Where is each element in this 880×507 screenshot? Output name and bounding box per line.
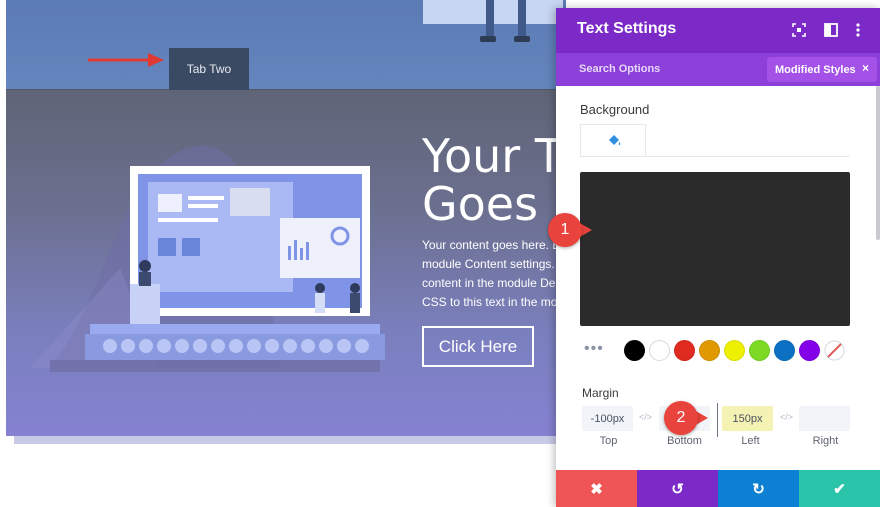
margin-label: Margin [582, 386, 619, 400]
paint-bucket-icon [609, 135, 621, 145]
undo-button[interactable]: ↺ [637, 470, 718, 507]
panel-title: Text Settings [577, 20, 677, 37]
margin-left-input[interactable]: 150px [722, 406, 773, 431]
color-swatch-row: ••• [584, 340, 854, 362]
close-icon[interactable]: × [862, 61, 869, 75]
swatch-yellow[interactable] [724, 340, 745, 361]
panel-footer: ✖ ↺ ↻ ✔ [556, 470, 880, 507]
modified-styles-label: Modified Styles [775, 63, 856, 76]
background-tab-divider [580, 156, 850, 157]
fullscreen-icon[interactable] [791, 22, 807, 38]
margin-top-caption: Top [599, 435, 618, 447]
conference-presentation-illustration [30, 145, 385, 372]
swatch-white[interactable] [649, 340, 670, 361]
margin-top-input[interactable]: -100px [582, 406, 633, 431]
hero-body-text: Your content goes here. E module Content… [422, 236, 572, 312]
screenshot-stage: Tab Two Your T Goes H Your content goes … [0, 0, 880, 507]
click-here-button[interactable]: Click Here [422, 326, 534, 367]
margin-right-caption: Right [812, 435, 839, 447]
panel-scrollbar[interactable] [876, 86, 880, 240]
tab-two[interactable]: Tab Two [169, 48, 249, 90]
margin-left-caption: Left [741, 435, 760, 447]
modified-styles-filter[interactable]: Modified Styles × [767, 57, 877, 82]
background-label: Background [580, 102, 650, 117]
swatch-blue[interactable] [774, 340, 795, 361]
person-legs-illustration [480, 0, 530, 42]
split-view-icon[interactable] [823, 22, 839, 38]
margin-bottom-caption: Bottom [667, 435, 702, 447]
swatch-purple[interactable] [799, 340, 820, 361]
swatch-green[interactable] [749, 340, 770, 361]
link-icon[interactable]: </> [780, 412, 793, 422]
swatch-orange[interactable] [699, 340, 720, 361]
link-icon[interactable]: </> [639, 412, 652, 422]
step-1-badge: 1 [548, 213, 582, 247]
margin-right-input[interactable] [799, 406, 850, 431]
more-colors-icon[interactable]: ••• [584, 340, 604, 358]
background-color-preview[interactable] [580, 172, 850, 326]
step-2-badge: 2 [664, 401, 698, 435]
no-color-swatch-icon[interactable] [824, 340, 845, 361]
hero-shadow [14, 436, 562, 444]
hero-body-line: content in the module De [422, 276, 556, 290]
text-cursor [717, 403, 718, 437]
hero-body-line: module Content settings. [422, 257, 555, 271]
text-settings-panel: Text Settings Search Options Modified St… [556, 8, 880, 507]
discard-button[interactable]: ✖ [556, 470, 637, 507]
hero-body-line: CSS to this text in the mo [422, 295, 558, 309]
more-vertical-icon[interactable] [850, 22, 866, 38]
red-arrow-icon [88, 53, 164, 67]
search-options-button[interactable]: Search Options [579, 63, 660, 75]
redo-button[interactable]: ↻ [718, 470, 799, 507]
save-button[interactable]: ✔ [799, 470, 880, 507]
step-2-callout: 2 [664, 401, 708, 435]
swatch-red[interactable] [674, 340, 695, 361]
swatch-black[interactable] [624, 340, 645, 361]
step-1-callout: 1 [548, 213, 592, 247]
